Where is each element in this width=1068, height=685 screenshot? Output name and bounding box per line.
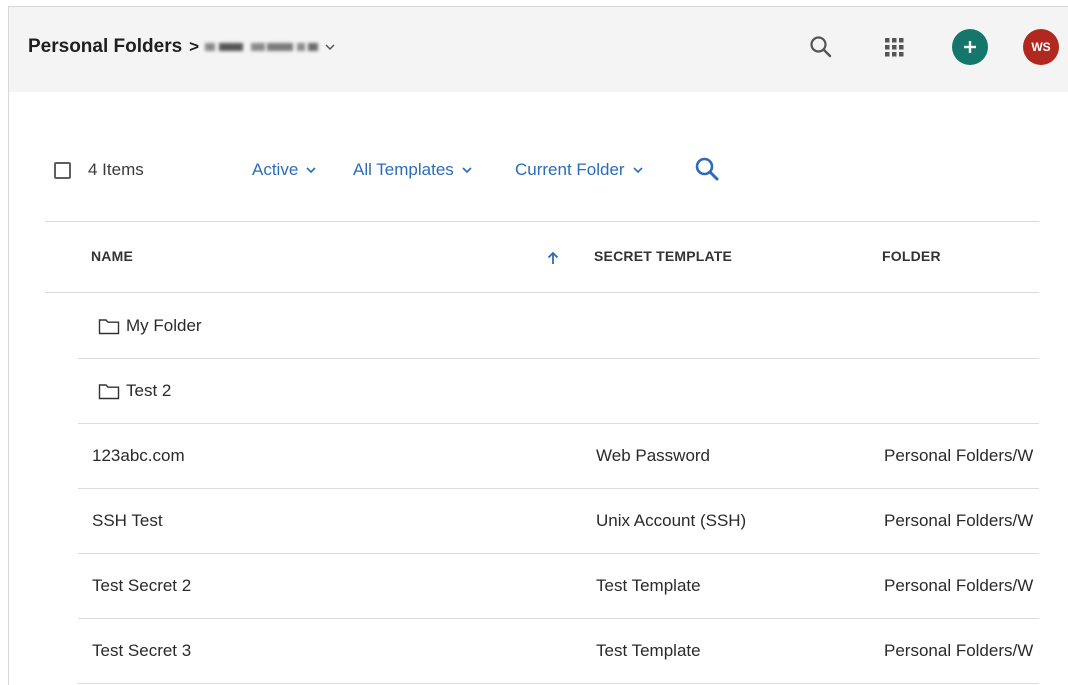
chevron-down-icon: [306, 167, 316, 174]
row-template-cell: Test Template: [596, 576, 701, 595]
folder-scope-label: Current Folder: [515, 160, 625, 179]
chevron-down-icon: [633, 167, 643, 174]
breadcrumb: Personal Folders >: [28, 35, 337, 59]
list-search-button[interactable]: [692, 154, 722, 184]
breadcrumb-current-redacted[interactable]: [205, 40, 319, 54]
template-filter-dropdown[interactable]: All Templates: [353, 160, 474, 180]
table-row[interactable]: Test Secret 3 Test Template Personal Folde…: [78, 619, 1039, 684]
row-template-cell: Test Template: [596, 641, 701, 660]
table-row[interactable]: SSH Test Unix Account (SSH) Personal Folde…: [78, 489, 1039, 554]
template-filter-label: All Templates: [353, 160, 454, 179]
table-row[interactable]: 123abc.com Web Password Personal Folders/W: [78, 424, 1039, 489]
row-name-text: SSH Test: [92, 511, 163, 530]
header-search-button[interactable]: [805, 31, 837, 63]
row-name-cell[interactable]: My Folder: [98, 316, 202, 336]
row-template-cell: Unix Account (SSH): [596, 511, 747, 530]
breadcrumb-root[interactable]: Personal Folders: [28, 36, 182, 58]
row-name-cell[interactable]: 123abc.com: [92, 446, 185, 466]
app-frame: Personal Folders > WS 4 Items Active All…: [8, 6, 1068, 685]
folder-row[interactable]: My Folder: [78, 294, 1039, 359]
row-name-text: Test 2: [126, 381, 172, 400]
table-row[interactable]: Test Secret 2 Test Template Personal Folde…: [78, 554, 1039, 619]
table-header-row: NAME SECRET TEMPLATE FOLDER: [45, 221, 1039, 293]
breadcrumb-separator: >: [189, 37, 200, 56]
row-name-cell[interactable]: SSH Test: [92, 511, 163, 531]
create-new-button[interactable]: [952, 29, 988, 65]
row-folder-cell: Personal Folders/W: [884, 576, 1034, 595]
status-filter-label: Active: [252, 160, 299, 179]
row-name-cell[interactable]: Test Secret 2: [92, 576, 191, 596]
row-folder-cell: Personal Folders/W: [884, 641, 1034, 660]
row-name-text: My Folder: [126, 316, 202, 335]
items-count: 4 Items: [88, 160, 144, 179]
row-template-cell: Web Password: [596, 446, 711, 465]
top-header: Personal Folders > WS: [9, 7, 1068, 92]
user-avatar[interactable]: WS: [1023, 29, 1059, 65]
apps-menu-button[interactable]: [878, 31, 910, 63]
select-all-checkbox[interactable]: [54, 162, 71, 179]
grid-apps-icon: [885, 38, 904, 57]
row-folder-cell: Personal Folders/W: [884, 446, 1034, 465]
status-filter-dropdown[interactable]: Active: [252, 160, 318, 180]
column-header-folder[interactable]: FOLDER: [882, 248, 941, 264]
avatar-initials: WS: [1031, 40, 1051, 54]
column-header-secret-template[interactable]: SECRET TEMPLATE: [594, 248, 732, 264]
row-name-text: Test Secret 2: [92, 576, 192, 595]
folder-row[interactable]: Test 2: [78, 359, 1039, 424]
folder-scope-dropdown[interactable]: Current Folder: [515, 160, 645, 180]
folder-icon: [98, 383, 120, 399]
sort-ascending-arrow-icon[interactable]: [545, 250, 561, 266]
chevron-down-icon: [462, 167, 472, 174]
row-name-cell[interactable]: Test 2: [98, 381, 171, 401]
row-folder-cell: Personal Folders/W: [884, 511, 1034, 530]
plus-icon: [964, 41, 976, 53]
list-toolbar: 4 Items Active All Templates Current Fol…: [9, 145, 1068, 195]
row-name-cell[interactable]: Test Secret 3: [92, 641, 191, 661]
row-name-text: Test Secret 3: [92, 641, 192, 660]
breadcrumb-chevron-down-icon[interactable]: [323, 40, 337, 54]
folder-icon: [98, 318, 120, 334]
column-header-name[interactable]: NAME: [91, 248, 133, 264]
search-icon: [695, 157, 719, 181]
row-name-text: 123abc.com: [92, 446, 185, 465]
search-icon: [810, 36, 832, 58]
